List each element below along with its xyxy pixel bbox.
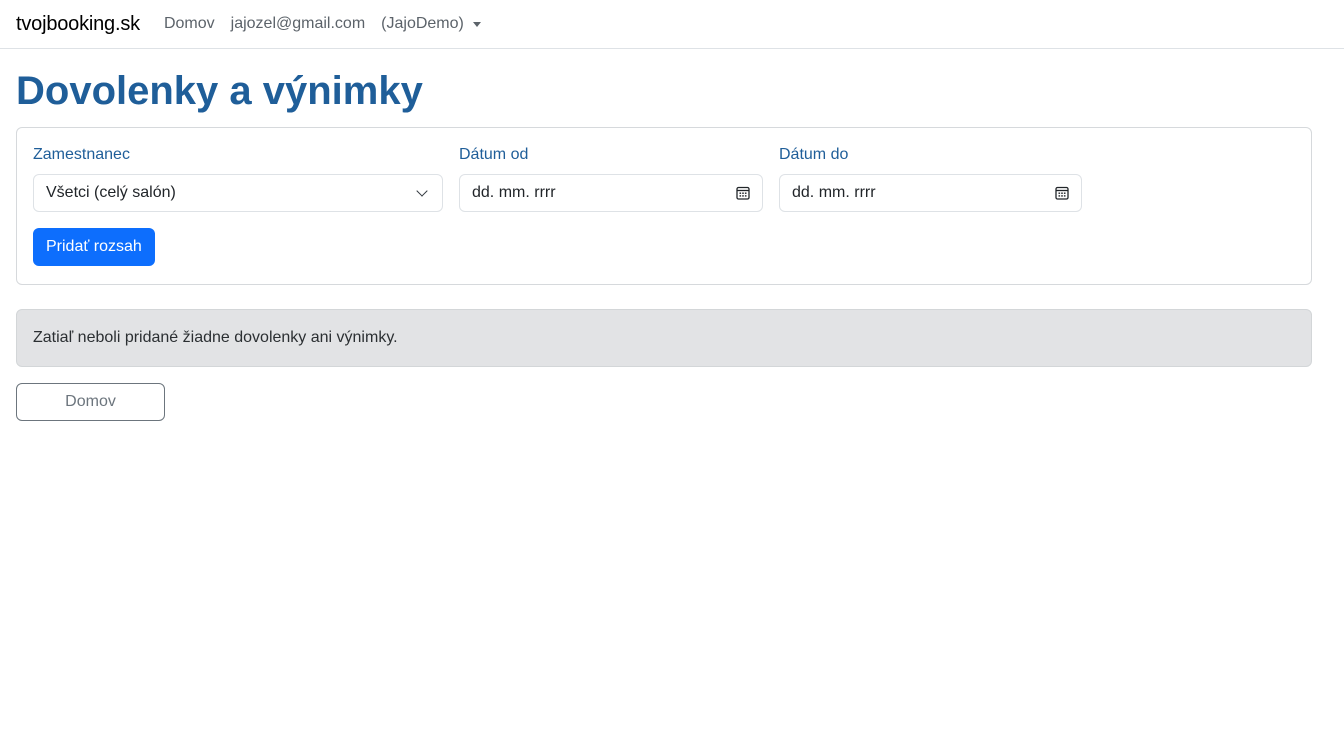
date-from-placeholder: dd. mm. rrrr: [472, 184, 556, 201]
date-from-field: Dátum od dd. mm. rrrr: [459, 146, 763, 212]
calendar-icon[interactable]: [1055, 186, 1069, 200]
employee-field: Zamestnanec Všetci (celý salón): [33, 146, 443, 212]
page-title: Dovolenky a výnimky: [16, 69, 423, 113]
home-button[interactable]: Domov: [16, 383, 165, 421]
add-range-card: Zamestnanec Všetci (celý salón) Dátum od…: [16, 127, 1312, 285]
brand-logo[interactable]: tvojbooking.sk: [16, 13, 140, 36]
date-from-input[interactable]: dd. mm. rrrr: [459, 174, 763, 212]
empty-state-alert: Zatiaľ neboli pridané žiadne dovolenky a…: [16, 309, 1312, 367]
date-from-label: Dátum od: [459, 146, 529, 163]
date-to-field: Dátum do dd. mm. rrrr: [779, 146, 1082, 212]
employee-select[interactable]: Všetci (celý salón): [33, 174, 443, 212]
date-to-placeholder: dd. mm. rrrr: [792, 184, 876, 201]
user-dropdown-toggle[interactable]: (JajoDemo): [381, 15, 481, 33]
add-range-button[interactable]: Pridať rozsah: [33, 228, 155, 266]
nav-user-email[interactable]: jajozel@gmail.com: [231, 15, 366, 33]
date-to-input[interactable]: dd. mm. rrrr: [779, 174, 1082, 212]
user-account-label: (JajoDemo): [381, 15, 464, 32]
employee-selected-value: Všetci (celý salón): [46, 184, 176, 201]
employee-label: Zamestnanec: [33, 146, 130, 163]
calendar-icon[interactable]: [736, 186, 750, 200]
chevron-down-icon: [416, 185, 428, 197]
empty-state-message: Zatiaľ neboli pridané žiadne dovolenky a…: [33, 329, 398, 346]
form-row: Zamestnanec Všetci (celý salón) Dátum od…: [33, 146, 1295, 212]
navbar: tvojbooking.sk Domov jajozel@gmail.com (…: [0, 0, 1344, 49]
main-content: Dovolenky a výnimky Zamestnanec Všetci (…: [0, 69, 1344, 421]
nav-link-home[interactable]: Domov: [164, 15, 215, 33]
caret-down-icon: [472, 21, 481, 27]
date-to-label: Dátum do: [779, 146, 849, 163]
